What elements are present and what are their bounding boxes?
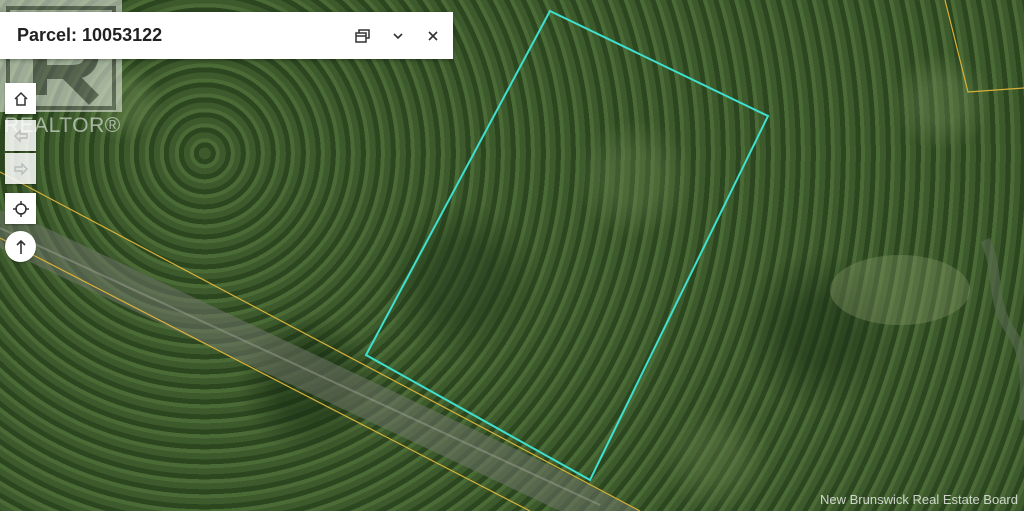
parcel-popup: Parcel: 10053122 <box>0 12 453 59</box>
crosshair-icon <box>12 200 29 217</box>
map-credit: New Brunswick Real Estate Board <box>820 492 1018 507</box>
close-button[interactable] <box>421 24 445 48</box>
locate-button[interactable] <box>5 193 36 224</box>
popup-title: Parcel: 10053122 <box>17 25 163 45</box>
home-icon <box>13 91 28 106</box>
road-centerline <box>0 227 601 506</box>
aerial-map[interactable] <box>0 0 1024 511</box>
property-line-south <box>0 237 531 511</box>
previous-extent-button[interactable] <box>5 120 36 151</box>
north-arrow-icon <box>15 239 26 254</box>
chevron-down-icon <box>393 33 403 40</box>
forward-arrow-icon <box>13 161 28 176</box>
property-line-ne <box>944 0 1024 93</box>
next-extent-button[interactable] <box>5 153 36 184</box>
property-line-north <box>0 171 641 511</box>
home-button[interactable] <box>5 83 36 114</box>
map-overlay <box>0 0 1024 511</box>
close-icon <box>428 31 438 41</box>
dock-icon <box>355 29 370 43</box>
road <box>0 210 640 511</box>
creek <box>980 237 1024 420</box>
dock-button[interactable] <box>351 24 375 48</box>
compass-button[interactable] <box>5 231 36 262</box>
back-arrow-icon <box>13 128 28 143</box>
clearing <box>830 255 970 325</box>
collapse-button[interactable] <box>386 24 410 48</box>
